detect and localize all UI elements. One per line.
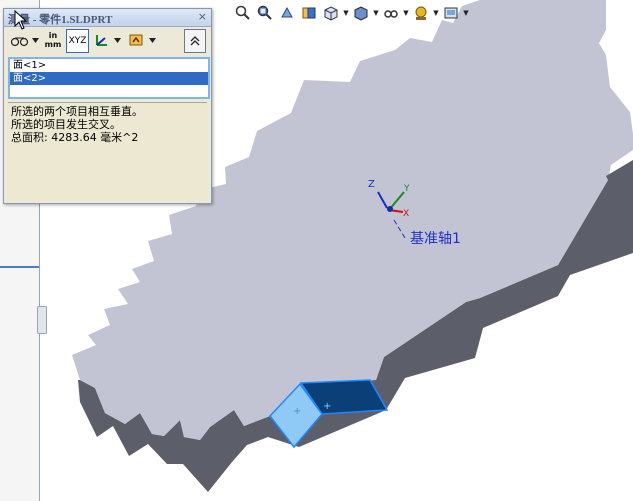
face-origin-marker: +: [293, 406, 301, 417]
units-precision-button[interactable]: in mm: [42, 29, 64, 51]
previous-view-icon[interactable]: [276, 3, 298, 23]
panel-collapse-handle[interactable]: [37, 306, 47, 334]
close-icon[interactable]: ×: [198, 10, 207, 23]
measure-panel: 测量 - 零件1.SLDPRT × in mm XYZ 面<1> 面<2> 所选…: [3, 8, 212, 204]
chevron-down-icon[interactable]: ▼: [372, 3, 380, 23]
list-item[interactable]: 面<1>: [10, 59, 208, 72]
hide-show-items-icon[interactable]: [380, 3, 402, 23]
selection-list[interactable]: 面<1> 面<2>: [8, 57, 210, 99]
chevron-down-icon[interactable]: ▼: [432, 3, 440, 23]
units-mm-label: mm: [44, 40, 62, 49]
measure-titlebar[interactable]: 测量 - 零件1.SLDPRT ×: [4, 9, 211, 27]
chevron-down-icon[interactable]: [113, 29, 121, 51]
chevron-down-icon[interactable]: ▼: [402, 3, 410, 23]
collapse-panel-button[interactable]: [184, 29, 206, 53]
zoom-to-area-icon[interactable]: [254, 3, 276, 23]
triad-x-label: X: [403, 209, 409, 219]
arc-circle-measurements-icon[interactable]: [9, 29, 31, 51]
triad-z-label: Z: [368, 179, 375, 190]
zoom-to-fit-icon[interactable]: [232, 3, 254, 23]
chevron-down-icon[interactable]: ▼: [462, 3, 470, 23]
measure-toolbar: in mm XYZ: [4, 27, 211, 53]
result-line: 所选的项目发生交叉。: [11, 118, 121, 131]
appearance-icon[interactable]: [410, 3, 432, 23]
panel-divider: [0, 266, 39, 268]
point-to-point-icon[interactable]: [92, 29, 112, 51]
chevron-down-icon[interactable]: [31, 29, 39, 51]
xyz-label: XYZ: [68, 36, 87, 46]
units-in-label: in: [48, 31, 58, 40]
scene-icon[interactable]: [440, 3, 462, 23]
view-orientation-icon[interactable]: [320, 3, 342, 23]
show-xyz-measurements-button[interactable]: XYZ: [66, 29, 89, 53]
result-line: 所选的两个项目相互垂直。: [11, 105, 143, 118]
datum-axis-label[interactable]: 基准轴1: [410, 230, 461, 247]
mouse-cursor-icon: [14, 10, 28, 30]
chevron-down-icon[interactable]: ▼: [342, 3, 350, 23]
chevron-down-icon[interactable]: [148, 29, 156, 51]
list-item[interactable]: 面<2>: [10, 72, 208, 85]
section-view-icon[interactable]: [298, 3, 320, 23]
heads-up-view-toolbar: ▼ ▼ ▼ ▼ ▼: [232, 2, 470, 24]
create-sensor-icon[interactable]: [126, 29, 146, 51]
triad-y-label: Y: [403, 184, 410, 194]
display-style-icon[interactable]: [350, 3, 372, 23]
face-origin-marker: +: [323, 401, 331, 412]
result-line: 总面积: 4283.64 毫米^2: [11, 131, 139, 144]
measure-results: 所选的两个项目相互垂直。 所选的项目发生交叉。 总面积: 4283.64 毫米^…: [8, 102, 207, 200]
